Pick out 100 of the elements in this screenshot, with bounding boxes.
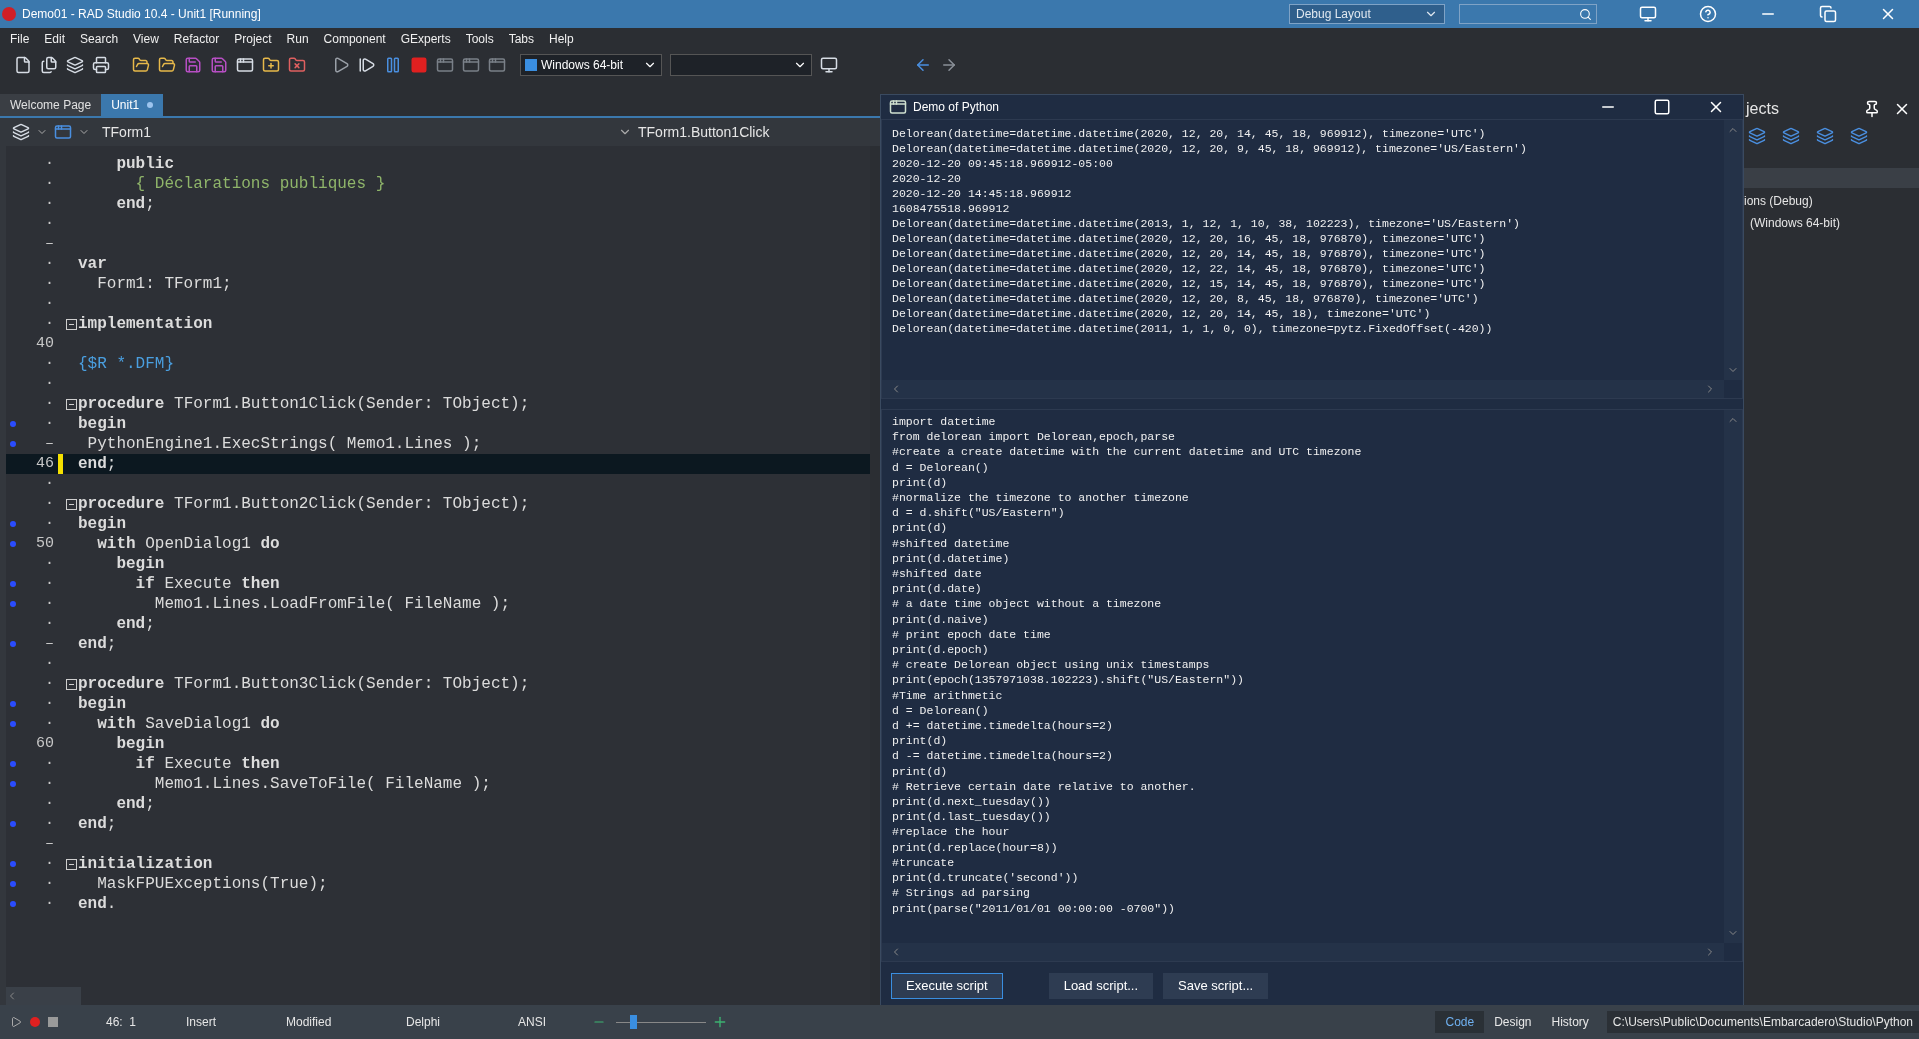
collapse-icon[interactable] <box>65 498 77 510</box>
menu-item[interactable]: Help <box>549 30 574 48</box>
menu-item[interactable]: Refactor <box>173 30 220 48</box>
window-icon[interactable] <box>236 56 254 74</box>
tree-item[interactable]: (Windows 64-bit) <box>1744 214 1919 232</box>
platform-dropdown[interactable]: Windows 64-bit <box>520 54 662 76</box>
zoom-in-icon[interactable] <box>712 1014 728 1030</box>
printer-icon[interactable] <box>92 56 110 74</box>
folder-icon[interactable] <box>158 56 176 74</box>
search-icon[interactable] <box>1579 7 1592 21</box>
tree-item[interactable]: ions (Debug) <box>1744 192 1919 210</box>
output-line: Delorean(datetime=datetime.datetime(2011, 1, 1, 0, 0), timezone=pytz.FixedOffset(-420)) <box>892 321 1494 336</box>
menu-item[interactable]: View <box>133 30 159 48</box>
collapse-icon[interactable] <box>65 318 77 330</box>
pause-icon[interactable] <box>384 56 402 74</box>
script-line: #normalize the timezone to another timezone <box>892 490 1190 506</box>
code-line: begin <box>78 694 126 715</box>
menu-item[interactable]: GExperts <box>400 30 451 48</box>
restore-icon[interactable] <box>1819 5 1837 23</box>
view-tab[interactable]: Code <box>1435 1011 1485 1033</box>
script-button[interactable]: Load script... <box>1048 973 1154 999</box>
window-icon[interactable] <box>889 98 907 116</box>
method-selector[interactable]: TForm1.Button1Click <box>638 121 868 143</box>
line-number: · <box>44 313 54 334</box>
code-line: if Execute then <box>134 754 280 775</box>
search-field[interactable] <box>1459 4 1597 24</box>
menu-item[interactable]: Tools <box>465 30 494 48</box>
menu-item[interactable]: Search <box>80 30 119 48</box>
script-button[interactable]: Save script... <box>1163 973 1269 999</box>
line-number: · <box>44 613 54 634</box>
pin-icon[interactable] <box>1863 100 1881 118</box>
project-icon[interactable] <box>1816 127 1834 145</box>
class-selector[interactable]: TForm1 <box>102 121 151 143</box>
line-number: – <box>44 633 54 654</box>
code-line: {$R *.DFM} <box>78 354 174 375</box>
editor-tab[interactable]: Welcome Page <box>0 94 102 116</box>
horizontal-scrollbar[interactable] <box>6 987 81 1005</box>
script-line: print(d.epoch) <box>892 642 990 658</box>
line-number: · <box>44 773 54 794</box>
line-number: · <box>44 813 54 834</box>
project-icon[interactable] <box>1850 127 1868 145</box>
horizontal-scrollbar[interactable] <box>882 380 1724 398</box>
output-memo[interactable] <box>881 119 1743 399</box>
zoom-slider[interactable] <box>616 1015 706 1029</box>
play-icon[interactable] <box>10 1016 22 1028</box>
menu-item[interactable]: Project <box>234 30 272 48</box>
menu-item[interactable]: Run <box>286 30 309 48</box>
open-folder-icon[interactable] <box>132 56 150 74</box>
line-number: · <box>44 273 54 294</box>
line-number: · <box>44 413 54 434</box>
view-tab[interactable]: Design <box>1484 1011 1542 1033</box>
menu-item[interactable]: Component <box>323 30 386 48</box>
line-number: · <box>44 553 54 574</box>
collapse-icon[interactable] <box>65 678 77 690</box>
output-line: 1608475518.969912 <box>892 201 1011 216</box>
horizontal-scrollbar[interactable] <box>882 943 1724 961</box>
project-icon[interactable] <box>1748 127 1766 145</box>
zoom-slider-thumb[interactable] <box>629 1015 637 1029</box>
line-number: · <box>44 253 54 274</box>
script-line: print(d) <box>892 474 949 490</box>
script-line: d = Delorean() <box>892 459 990 475</box>
project-icon[interactable] <box>1782 127 1800 145</box>
code-line: begin <box>115 734 165 755</box>
record-icon[interactable] <box>30 1017 40 1027</box>
forward-icon[interactable] <box>940 56 958 74</box>
editor-tab[interactable]: Unit1 <box>101 94 164 116</box>
line-number: 60 <box>35 733 54 754</box>
script-memo[interactable] <box>881 409 1743 962</box>
layout-dropdown[interactable]: Debug Layout <box>1289 4 1445 24</box>
line-number: · <box>44 173 54 194</box>
vertical-scrollbar[interactable] <box>1724 410 1742 943</box>
help-icon[interactable] <box>1699 5 1717 23</box>
folder-remove-icon[interactable] <box>288 56 306 74</box>
back-icon[interactable] <box>914 56 932 74</box>
script-button[interactable]: Execute script <box>891 973 1003 999</box>
component-icon[interactable] <box>12 123 30 141</box>
folder-add-icon[interactable] <box>262 56 280 74</box>
line-number: · <box>44 853 54 874</box>
vertical-scrollbar[interactable] <box>1724 120 1742 380</box>
output-line: Delorean(datetime=datetime.datetime(2020, 12, 20, 8, 45, 18, 976870), timezone='UTC') <box>892 291 1480 306</box>
menu-item[interactable]: Tabs <box>508 30 535 48</box>
code-line: end. <box>78 894 117 915</box>
collapse-icon[interactable] <box>65 398 77 410</box>
device-icon[interactable] <box>820 56 838 74</box>
collapse-icon[interactable] <box>65 858 77 870</box>
maximize-icon[interactable] <box>1653 98 1671 116</box>
run-icon[interactable] <box>332 56 350 74</box>
line-number: · <box>44 373 54 394</box>
save-icon[interactable] <box>210 56 228 74</box>
monitor-icon[interactable] <box>1639 5 1657 23</box>
new-file-icon[interactable] <box>14 56 32 74</box>
step-icon[interactable] <box>358 56 376 74</box>
unit-icon[interactable] <box>54 123 72 141</box>
script-line: print(d.next_tuesday()) <box>892 794 1052 810</box>
menu-item[interactable]: Edit <box>44 30 66 48</box>
menu-item[interactable]: File <box>10 30 30 48</box>
script-line: print(d.datetime) <box>892 550 1011 567</box>
view-tab[interactable]: History <box>1541 1011 1599 1033</box>
stop-icon[interactable] <box>410 56 428 74</box>
save-icon[interactable] <box>184 56 202 74</box>
